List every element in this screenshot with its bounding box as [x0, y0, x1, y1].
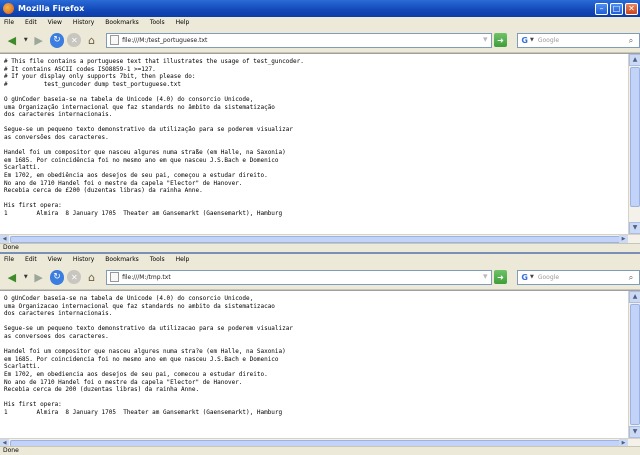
navigation-toolbar: ◀ ▼ ▶ ↻ ✕ ⌂ file:///M:/test_portuguese.t…: [0, 28, 640, 53]
back-arrow-icon[interactable]: ◀: [4, 270, 20, 284]
document-text: O gUnCoder baseia-se na tabela de Unicod…: [4, 295, 293, 416]
menu-help[interactable]: Help: [176, 19, 190, 26]
minimize-button[interactable]: –: [595, 2, 608, 15]
url-bar[interactable]: file:///M:/tmp.txt ▾: [106, 269, 492, 285]
forward-arrow-icon[interactable]: ▶: [31, 33, 47, 47]
search-box[interactable]: G ▼ Google ⌕: [517, 32, 640, 48]
maximize-button[interactable]: □: [610, 2, 623, 15]
menu-help[interactable]: Help: [176, 256, 190, 263]
search-magnifier-icon[interactable]: ⌕: [625, 35, 637, 46]
go-arrow-icon[interactable]: ➜: [493, 33, 508, 47]
menu-edit[interactable]: Edit: [25, 256, 37, 263]
menu-history[interactable]: History: [73, 19, 94, 26]
page-icon: [110, 272, 120, 282]
menu-edit[interactable]: Edit: [25, 19, 37, 26]
url-text[interactable]: file:///M:/tmp.txt: [122, 274, 483, 281]
menu-history[interactable]: History: [73, 256, 94, 263]
google-icon[interactable]: G: [521, 36, 528, 45]
search-magnifier-icon[interactable]: ⌕: [625, 272, 637, 283]
search-engine-dropdown-icon[interactable]: ▼: [530, 37, 534, 43]
menu-bar: File Edit View History Bookmarks Tools H…: [0, 17, 640, 28]
navigation-toolbar: ◀ ▼ ▶ ↻ ✕ ⌂ file:///M:/tmp.txt ▾ ➜ G ▼ G…: [0, 265, 640, 290]
home-icon[interactable]: ⌂: [84, 270, 99, 284]
window-title: Mozilla Firefox: [18, 4, 85, 13]
scroll-thumb[interactable]: [630, 67, 640, 207]
scroll-up-icon[interactable]: ▲: [629, 54, 640, 66]
top-browser-pane: File Edit View History Bookmarks Tools H…: [0, 17, 640, 252]
forward-arrow-icon[interactable]: ▶: [31, 270, 47, 284]
firefox-icon: [3, 3, 14, 14]
home-icon[interactable]: ⌂: [84, 33, 99, 47]
document-text: # This file contains a portuguese text t…: [4, 58, 304, 217]
menu-tools[interactable]: Tools: [150, 256, 165, 263]
menu-tools[interactable]: Tools: [150, 19, 165, 26]
scroll-down-icon[interactable]: ▼: [629, 426, 640, 438]
menu-file[interactable]: File: [4, 256, 14, 263]
menu-bar: File Edit View History Bookmarks Tools H…: [0, 254, 640, 265]
dropdown-icon[interactable]: ▾: [483, 35, 488, 45]
scroll-down-icon[interactable]: ▼: [629, 222, 640, 234]
bottom-browser-pane: File Edit View History Bookmarks Tools H…: [0, 254, 640, 455]
scroll-thumb[interactable]: [630, 304, 640, 425]
page-content[interactable]: # This file contains a portuguese text t…: [0, 53, 640, 244]
window-titlebar: Mozilla Firefox – □ ✕: [0, 0, 640, 17]
google-icon[interactable]: G: [521, 273, 528, 282]
menu-file[interactable]: File: [4, 19, 14, 26]
horizontal-scrollbar[interactable]: ◀ ▶: [0, 234, 640, 244]
search-placeholder[interactable]: Google: [538, 274, 625, 281]
close-button[interactable]: ✕: [625, 2, 638, 15]
page-icon: [110, 35, 120, 45]
url-text[interactable]: file:///M:/test_portuguese.txt: [122, 37, 483, 44]
status-bar: Done: [0, 446, 640, 455]
history-dropdown-icon[interactable]: ▼: [23, 270, 29, 284]
dropdown-icon[interactable]: ▾: [483, 272, 488, 282]
menu-bookmarks[interactable]: Bookmarks: [105, 19, 139, 26]
url-bar[interactable]: file:///M:/test_portuguese.txt ▾: [106, 32, 492, 48]
search-placeholder[interactable]: Google: [538, 37, 625, 44]
menu-bookmarks[interactable]: Bookmarks: [105, 256, 139, 263]
vertical-scrollbar[interactable]: ▲ ▼: [628, 291, 640, 438]
menu-view[interactable]: View: [48, 19, 62, 26]
history-dropdown-icon[interactable]: ▼: [23, 33, 29, 47]
menu-view[interactable]: View: [48, 256, 62, 263]
stop-icon[interactable]: ✕: [67, 33, 82, 47]
search-engine-dropdown-icon[interactable]: ▼: [530, 274, 534, 280]
status-bar: Done: [0, 243, 640, 252]
horizontal-scroll-thumb[interactable]: [10, 236, 624, 243]
search-box[interactable]: G ▼ Google ⌕: [517, 269, 640, 285]
back-arrow-icon[interactable]: ◀: [4, 33, 20, 47]
reload-icon[interactable]: ↻: [49, 32, 65, 48]
page-content[interactable]: O gUnCoder baseia-se na tabela de Unicod…: [0, 290, 640, 448]
scroll-up-icon[interactable]: ▲: [629, 291, 640, 303]
go-arrow-icon[interactable]: ➜: [493, 270, 508, 284]
reload-icon[interactable]: ↻: [49, 269, 65, 285]
vertical-scrollbar[interactable]: ▲ ▼: [628, 54, 640, 234]
stop-icon[interactable]: ✕: [67, 270, 82, 284]
